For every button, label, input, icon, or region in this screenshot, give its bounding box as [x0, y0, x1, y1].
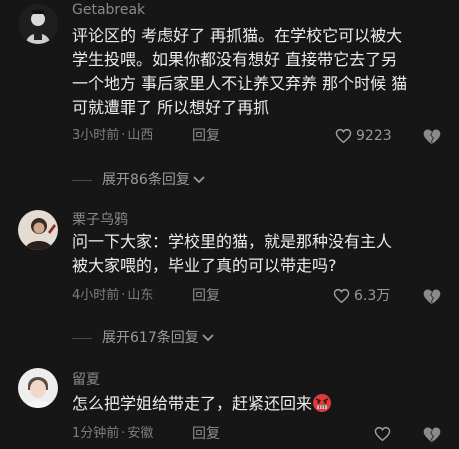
- comment-text-line: 评论区的 考虑好了 再抓猫。在学校它可以被大: [72, 26, 403, 45]
- comment-text-line: 一个地方 事后家里人不让养又弃养 那个时候 猫: [72, 74, 408, 93]
- comment-text-line: 怎么把学姐给带走了，赶紧还回来: [72, 392, 332, 416]
- comment-text-content: 怎么把学姐给带走了，赶紧还回来: [72, 394, 313, 413]
- expand-replies-button[interactable]: 展开617条回复: [72, 328, 215, 348]
- like-count: 9223: [356, 128, 392, 144]
- like-count: 6.3万: [354, 288, 391, 304]
- timestamp: 3小时前: [72, 128, 120, 143]
- comment-meta: 1分钟前 · 安徽: [72, 424, 153, 444]
- divider: [72, 337, 92, 339]
- username[interactable]: 栗子乌鸦: [72, 209, 128, 229]
- location: 安徽: [127, 426, 154, 441]
- comment-item: 栗子乌鸦 问一下大家：学校里的猫，就是那种没有主人 被大家喂的，毕业了真的可以带…: [0, 200, 459, 350]
- username[interactable]: 留夏: [72, 369, 100, 389]
- timestamp: 1分钟前: [72, 426, 120, 441]
- divider: [72, 179, 92, 181]
- separator: ·: [121, 426, 126, 441]
- comment-text-line: 被大家喂的，毕业了真的可以带走吗?: [72, 256, 337, 275]
- expand-replies-label: 展开86条回复: [102, 172, 190, 188]
- broken-heart-icon[interactable]: [422, 287, 442, 307]
- reply-button[interactable]: 回复: [192, 286, 220, 306]
- chevron-down-icon: [202, 334, 214, 342]
- avatar[interactable]: [18, 210, 58, 250]
- heart-outline-icon: [374, 426, 391, 442]
- comment-meta: 4小时前 · 山东: [72, 286, 153, 306]
- username[interactable]: Getabreak: [72, 2, 145, 18]
- comment-item: 留夏 怎么把学姐给带走了，赶紧还回来 1分钟前 · 安徽 回复: [0, 360, 459, 449]
- like-button[interactable]: [374, 424, 395, 444]
- expand-replies-button[interactable]: 展开86条回复: [72, 170, 206, 190]
- chevron-down-icon: [193, 176, 205, 184]
- avatar[interactable]: [18, 4, 58, 44]
- avatar[interactable]: [18, 368, 58, 408]
- comment-text: 评论区的 考虑好了 再抓猫。在学校它可以被大 学生投喂。如果你都没有想好 直接带…: [72, 24, 407, 120]
- heart-outline-icon: [333, 288, 350, 304]
- like-button[interactable]: 6.3万: [333, 286, 390, 306]
- angry-face-icon: [313, 394, 332, 412]
- heart-outline-icon: [335, 128, 352, 144]
- broken-heart-icon[interactable]: [422, 127, 442, 147]
- separator: ·: [121, 128, 126, 143]
- comment-text: 问一下大家：学校里的猫，就是那种没有主人 被大家喂的，毕业了真的可以带走吗?: [72, 230, 392, 278]
- reply-button[interactable]: 回复: [192, 126, 220, 146]
- separator: ·: [121, 288, 126, 303]
- location: 山西: [127, 128, 154, 143]
- comment-text: 怎么把学姐给带走了，赶紧还回来: [72, 392, 332, 416]
- comment-text-line: 可就遭罪了 所以想好了再抓: [72, 98, 270, 117]
- expand-replies-label: 展开617条回复: [102, 330, 199, 346]
- comment-text-line: 问一下大家：学校里的猫，就是那种没有主人: [72, 232, 393, 251]
- like-button[interactable]: 9223: [335, 126, 392, 146]
- comment-text-line: 学生投喂。如果你都没有想好 直接带它去了另: [72, 50, 398, 69]
- location: 山东: [127, 288, 154, 303]
- comment-item: Getabreak 评论区的 考虑好了 再抓猫。在学校它可以被大 学生投喂。如果…: [0, 0, 459, 200]
- comment-meta: 3小时前 · 山西: [72, 126, 153, 146]
- reply-button[interactable]: 回复: [192, 424, 220, 444]
- broken-heart-icon[interactable]: [422, 425, 442, 445]
- timestamp: 4小时前: [72, 288, 120, 303]
